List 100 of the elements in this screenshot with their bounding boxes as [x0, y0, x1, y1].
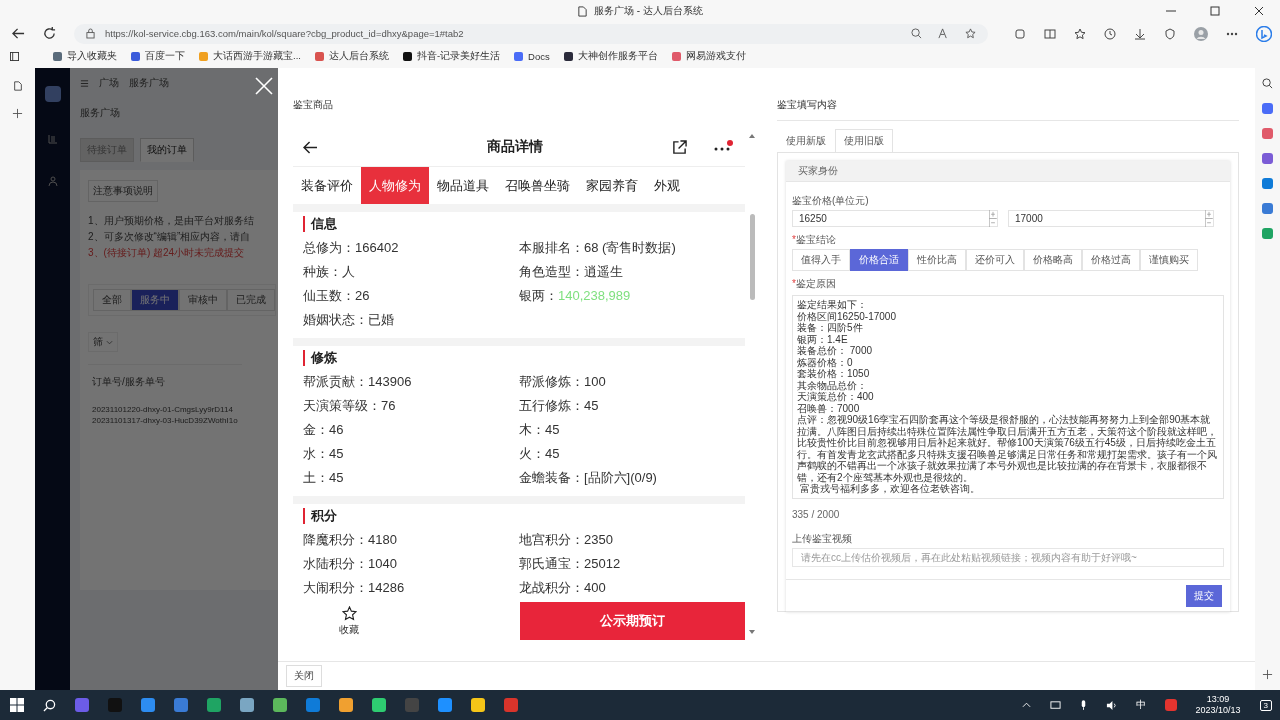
tab[interactable]: 家园养育	[578, 167, 646, 204]
page-title: 服务广场	[80, 106, 121, 120]
filter-dropdown[interactable]: 筛	[88, 332, 118, 352]
app-icon[interactable]	[471, 698, 485, 712]
sidebar-toggle-icon[interactable]	[10, 52, 19, 61]
refresh-icon[interactable]	[43, 27, 56, 40]
character-count: 335 / 2000	[792, 508, 840, 520]
section-title: 鉴宝商品	[293, 98, 334, 111]
preorder-button[interactable]: 公示期预订	[520, 602, 745, 640]
back-icon[interactable]	[12, 27, 25, 40]
conclusion-option[interactable]: 价格略高	[1024, 249, 1082, 271]
attribute-text: 角色造型：逍遥生	[519, 263, 624, 281]
input-app-icon[interactable]	[1164, 699, 1177, 711]
sidebar-app-icon[interactable]	[1262, 203, 1273, 214]
conclusion-option[interactable]: 价格过高	[1082, 249, 1140, 271]
clock[interactable]: 13:09 2023/10/13	[1195, 694, 1241, 716]
price-input[interactable]: 17000	[1008, 210, 1214, 227]
search-icon[interactable]	[43, 698, 56, 712]
windows-logo-icon[interactable]	[10, 698, 24, 712]
conclusion-option[interactable]: 价格合适	[850, 249, 908, 271]
attribute-text: 金：46	[303, 421, 345, 439]
close-icon[interactable]	[1254, 6, 1264, 16]
price-input[interactable]: 16250	[792, 210, 998, 227]
bookmark[interactable]: 达人后台系统	[314, 50, 389, 63]
tab[interactable]: 召唤兽坐骑	[497, 167, 578, 204]
read-aloud-icon[interactable]	[938, 28, 949, 39]
download-icon[interactable]	[1134, 27, 1146, 40]
video-link-input[interactable]: 请先在cc上传估价视频后，再在此处粘贴视频链接；视频内容有助于好评哦~	[792, 547, 1224, 567]
maximize-icon[interactable]	[1210, 6, 1220, 16]
sidebar-app-icon[interactable]	[1262, 103, 1273, 114]
menu-icon[interactable]	[80, 78, 89, 88]
scroll-up-icon[interactable]	[749, 134, 755, 138]
star-icon	[341, 605, 357, 621]
sidebar-app-icon[interactable]	[1262, 178, 1273, 189]
user-icon[interactable]	[47, 176, 58, 186]
address-field[interactable]: https://kol-service.cbg.163.com/main/kol/square?cbg_product_id=dhxy&page=1#tab2	[74, 23, 988, 44]
app-icon[interactable]	[372, 698, 386, 712]
bookmark[interactable]: 百度一下	[131, 50, 185, 63]
shield-icon[interactable]	[1164, 27, 1176, 40]
attribute-text: 五行修炼：45	[519, 397, 600, 415]
section-title: 鉴宝填写内容	[777, 68, 1239, 121]
tab[interactable]: 使用新版	[777, 129, 835, 152]
bookmark[interactable]: 抖音-记录美好生活	[402, 50, 501, 63]
status-tab[interactable]: 已完成	[227, 289, 275, 311]
bookmark[interactable]: 导入收藏夹	[53, 50, 117, 63]
microphone-icon[interactable]	[1079, 699, 1087, 711]
app-icon[interactable]	[339, 698, 353, 712]
page-title: 商品详情	[486, 138, 544, 156]
bookmark[interactable]: 网易游戏支付	[671, 50, 746, 63]
input-method-indicator[interactable]: 中	[1135, 698, 1146, 712]
history-icon[interactable]	[1104, 27, 1116, 40]
search-icon[interactable]	[1262, 78, 1273, 89]
tab[interactable]: 人物修为	[361, 167, 429, 204]
caret-icon[interactable]	[1021, 702, 1031, 708]
attribute-text: 龙战积分：400	[519, 579, 607, 597]
tab[interactable]: 外观	[646, 167, 688, 204]
tab[interactable]: 装备评价	[293, 167, 361, 204]
conclusion-option[interactable]: 还价可入	[966, 249, 1024, 271]
bookmark[interactable]: Docs	[514, 51, 550, 62]
add-icon[interactable]	[1262, 669, 1273, 680]
more-icon[interactable]	[1226, 31, 1238, 36]
favorites-icon[interactable]	[1074, 27, 1086, 40]
share-icon[interactable]	[672, 139, 687, 155]
conclusion-option[interactable]: 性价比高	[908, 249, 966, 271]
reason-textarea[interactable]: 鉴定结果如下： 价格区间16250-17000 装备：四阶5件 银两：1.4E 装备总价： 7000 炼器价格：0 套装价格：1050 其余物品总价： 天演策总价：400 召唤兽：7000 点评：忽视90级16孪宝石四阶套再这个等级是很舒服的，心法技能再努努力上到全部90基本就拉满。八阵图日后持续出特殊位置阵法属性争取日后满开五方五老，天策符这个阶段就这样吧，比较贵性价比目前忽视够用日后补起来就好。帮修100天演策76级五行45级，日后持续吃金土五行。有首发青龙玄武搭配多只特殊支援召唤兽足够满足日常任务和常规打架需求。孩子有一个风声鹤唳的不错再出一个冰孩子就效果拉满了本号外观也是比较拉满的存在背景卡，衣服都很不错，还有2个座驾基本外观也是很炫的。 富贵戎号福利多多，欢迎各位老铁咨询。	[792, 295, 1224, 499]
section-heading: 积分	[303, 508, 735, 524]
submit-button[interactable]: 提交	[1186, 584, 1222, 607]
attribute-text: 仙玉数：26	[303, 287, 371, 305]
field-label: 鉴宝价格(单位元)	[792, 194, 869, 208]
bookmark[interactable]: 大话西游手游藏宝...	[199, 50, 301, 63]
scroll-down-icon[interactable]	[749, 630, 755, 634]
attribute-text: 金蟾装备：[品阶六](0/9)	[519, 469, 658, 487]
attribute-text: 大闹积分：14286	[303, 579, 406, 597]
notification-button[interactable]: 3	[1259, 699, 1272, 711]
table-header: 订单号/服务单号	[92, 375, 166, 389]
add-icon[interactable]	[12, 108, 23, 119]
favorite-button[interactable]: 收藏	[293, 602, 405, 640]
conclusion-option[interactable]: 谨慎购买	[1140, 249, 1198, 271]
sidebar-app-icon[interactable]	[1262, 153, 1273, 164]
sidebar-app-icon[interactable]	[1262, 228, 1273, 239]
speaker-icon[interactable]	[1105, 699, 1117, 711]
tab[interactable]: 物品道具	[429, 167, 497, 204]
tab-icon[interactable]	[12, 80, 23, 92]
status-tab[interactable]: 全部	[93, 289, 131, 311]
split-screen-icon[interactable]	[1044, 27, 1056, 40]
avatar-icon[interactable]	[1194, 26, 1208, 41]
document-icon	[577, 5, 589, 17]
stepper-icon[interactable]	[989, 210, 997, 227]
conclusion-option[interactable]: 值得入手	[792, 249, 850, 271]
tab[interactable]: 使用旧版	[835, 129, 893, 152]
status-tab[interactable]: 审核中	[179, 289, 227, 311]
tab[interactable]: 我的订单	[140, 138, 194, 162]
close-button[interactable]: 关闭	[286, 665, 322, 687]
bookmark[interactable]: 大神创作服务平台	[563, 50, 658, 63]
star-icon[interactable]	[965, 28, 976, 39]
back-icon[interactable]	[303, 140, 318, 154]
attribute-text: 郭氏通宝：25012	[519, 555, 622, 573]
attribute-text: 火：45	[519, 445, 561, 463]
stepper-icon[interactable]	[1205, 210, 1213, 227]
sidebar-app-icon[interactable]	[1262, 128, 1273, 139]
